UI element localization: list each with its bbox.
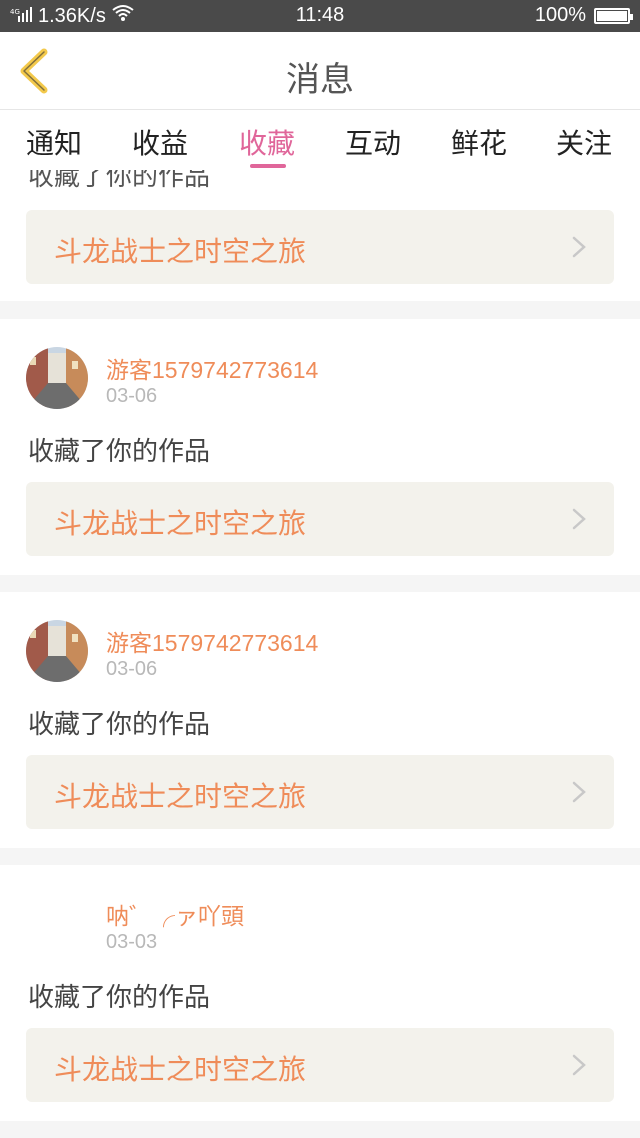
work-title: 斗龙战士之时空之旅 [54,507,307,540]
username[interactable]: 游客1579742773614 [106,351,318,385]
message-action: 收藏了你的作品 [28,437,211,467]
work-link[interactable]: 斗龙战士之时空之旅 [26,482,614,556]
list-item: 游客1579742773614 03-06 收藏了你的作品 斗龙战士之时空之旅 [0,592,640,848]
battery-percent: 100% [534,4,586,26]
message-list: 收藏了你的作品 斗龙战士之时空之旅 游客1579742773614 03-06 … [0,170,640,1138]
chevron-right-icon [572,236,586,258]
work-title: 斗龙战士之时空之旅 [54,780,307,813]
battery-icon [594,7,633,24]
page-title: 消息 [286,60,354,100]
work-title: 斗龙战士之时空之旅 [54,1053,307,1086]
tab-interactions[interactable]: 互动 [345,122,401,162]
chevron-right-icon [572,508,586,530]
message-action: 收藏了你的作品 [28,983,211,1013]
status-right: 100% [534,4,633,27]
message-date: 03-03 [106,931,158,953]
list-item: 呐゛╭ァ吖頭 03-03 收藏了你的作品 斗龙战士之时空之旅 [0,865,640,1121]
avatar[interactable] [26,347,88,409]
list-item: 游客1579742773614 03-06 收藏了你的作品 斗龙战士之时空之旅 [0,319,640,575]
message-date: 03-06 [106,385,158,407]
work-link[interactable]: 斗龙战士之时空之旅 [26,755,614,829]
message-action: 收藏了你的作品 [28,710,211,740]
list-item: 收藏了你的作品 斗龙战士之时空之旅 [0,170,640,301]
work-link[interactable]: 斗龙战士之时空之旅 [26,1028,614,1102]
username[interactable]: 游客1579742773614 [106,624,318,658]
street-photo-icon [26,620,88,682]
street-photo-icon [26,347,88,409]
active-tab-indicator [250,164,286,168]
work-title: 斗龙战士之时空之旅 [54,235,307,268]
work-link[interactable]: 斗龙战士之时空之旅 [26,210,614,284]
header: 消息 [0,32,640,110]
tab-bar: 通知 收益 收藏 互动 鲜花 关注 [0,110,640,170]
tab-flowers[interactable]: 鲜花 [451,122,507,162]
username[interactable]: 呐゛╭ァ吖頭 [106,897,244,931]
tab-notifications[interactable]: 通知 [26,122,82,162]
status-bar: 4G 1.36K/s 11:48 100% [0,0,640,32]
chevron-right-icon [572,1054,586,1076]
message-date: 03-06 [106,658,158,680]
tab-favorites[interactable]: 收藏 [239,122,295,162]
tab-following[interactable]: 关注 [556,122,612,162]
avatar[interactable] [26,620,88,682]
avatar[interactable] [26,893,88,955]
message-action: 收藏了你的作品 [28,170,211,192]
chevron-right-icon [572,781,586,803]
tab-earnings[interactable]: 收益 [132,122,188,162]
